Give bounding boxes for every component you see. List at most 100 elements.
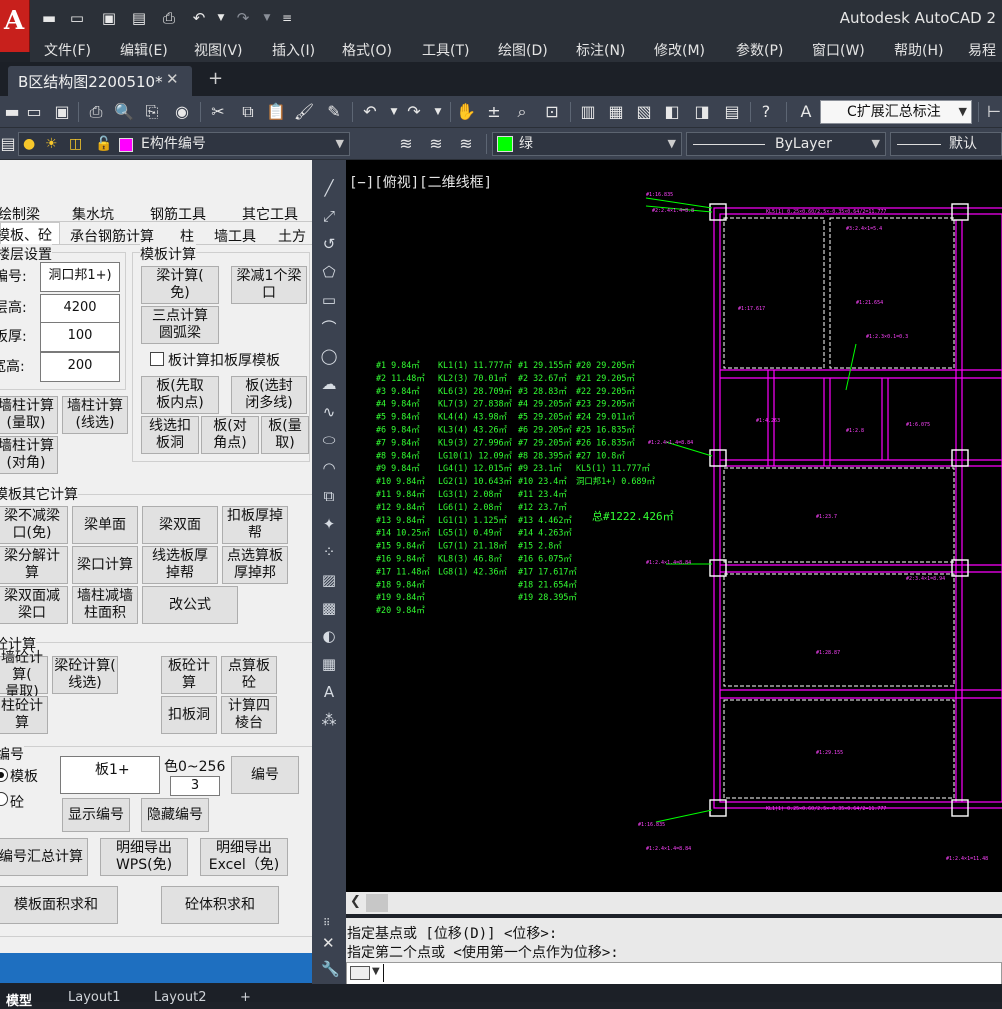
slab-closed-polyline-button[interactable]: 板(选封 闭多线) [231, 376, 307, 414]
tab-model[interactable]: 模型 [6, 990, 32, 1009]
menu-modify[interactable]: 修改(M) [654, 40, 705, 60]
customize-icon[interactable]: ≡ [278, 9, 296, 27]
beam-minus-opening-button[interactable]: 梁减1个梁 口 [231, 266, 307, 304]
undo-icon[interactable]: ↶ [358, 100, 382, 124]
chevron-down-icon[interactable]: ▼ [372, 966, 380, 977]
paste-icon[interactable]: 📋 [264, 100, 288, 124]
line-select-slab-hole-button[interactable]: 线选扣 板洞 [141, 416, 199, 454]
menu-dimension[interactable]: 标注(N) [576, 40, 625, 60]
scrollbar-thumb[interactable] [366, 894, 388, 912]
tab-draw-beam[interactable]: 绘制梁 [0, 204, 40, 224]
menu-view[interactable]: 视图(V) [194, 40, 243, 60]
close-tab-icon[interactable]: ✕ [166, 70, 179, 88]
new-icon[interactable]: ▬ [0, 100, 24, 124]
deduct-slab-thickness-checkbox[interactable] [150, 352, 164, 366]
wall-concrete-button[interactable]: 墙砼计算( 量取) [0, 650, 48, 700]
point-slab-concrete-button[interactable]: 点算板 砼 [221, 656, 277, 694]
tab-layout2[interactable]: Layout2 [154, 990, 206, 1005]
wall-column-measure-button[interactable]: 墙柱计算 (量取) [0, 396, 58, 434]
text-style-icon[interactable]: A [794, 100, 818, 124]
linear-dimension-icon[interactable]: ⊢ [982, 100, 1002, 124]
design-center-icon[interactable]: ▦ [604, 100, 628, 124]
insert-block-icon[interactable]: ⧉ [319, 486, 339, 506]
slab-measure-button[interactable]: 板(量 取) [261, 416, 309, 454]
tab-layout1[interactable]: Layout1 [68, 990, 120, 1005]
menu-insert[interactable]: 插入(I) [272, 40, 315, 60]
tab-column[interactable]: 柱 [180, 226, 194, 246]
number-input[interactable]: 洞口邦1+) [40, 262, 120, 292]
slab-concrete-button[interactable]: 板砼计 算 [161, 656, 217, 694]
beam-no-opening-button[interactable]: 梁不减梁 口(免) [0, 506, 68, 544]
line-select-slab-side-button[interactable]: 线选板厚 掉帮 [142, 546, 218, 584]
redo-icon[interactable]: ↷ [402, 100, 426, 124]
beam-double-side-button[interactable]: 梁双面 [142, 506, 218, 544]
sum-concrete-button[interactable]: 砼体积求和 [161, 886, 279, 924]
command-input[interactable] [346, 962, 1002, 986]
save-icon[interactable]: ▣ [100, 9, 118, 27]
menu-tools[interactable]: 工具(T) [422, 40, 469, 60]
revision-cloud-icon[interactable]: ☁ [319, 374, 339, 394]
tab-sump[interactable]: 集水坑 [72, 204, 114, 224]
polygon-icon[interactable]: ⬠ [319, 262, 339, 282]
horizontal-scrollbar[interactable] [346, 892, 1002, 914]
redo-dropdown-icon[interactable]: ▼ [258, 9, 276, 27]
sheet-set-icon[interactable]: ◧ [660, 100, 684, 124]
tab-pile-cap-rebar[interactable]: 承台钢筋计算 [70, 226, 154, 246]
tab-wall-tools[interactable]: 墙工具 [214, 226, 256, 246]
layer-state-icon[interactable]: ≋ [454, 132, 478, 156]
floor-height-input[interactable]: 4200 [40, 294, 120, 324]
tab-other-tools[interactable]: 其它工具 [242, 204, 298, 224]
redo-icon[interactable]: ↷ [234, 9, 252, 27]
open-icon[interactable]: ▭ [22, 100, 46, 124]
new-tab-button[interactable]: + [208, 68, 223, 89]
number-button[interactable]: 编号 [231, 756, 299, 794]
lineweight-select[interactable]: 默认 [890, 132, 1002, 156]
wall-column-diagonal-button[interactable]: 墙柱计算 (对角) [0, 436, 58, 474]
cut-icon[interactable]: ✂ [206, 100, 230, 124]
number-summary-button[interactable]: 编号汇总计算 [0, 838, 88, 876]
wall-column-minus-area-button[interactable]: 墙柱减墙 柱面积 [72, 586, 138, 624]
slab-inner-point-button[interactable]: 板(先取 板内点) [141, 376, 219, 414]
construction-line-icon[interactable]: ⤢ [319, 206, 339, 226]
circle-icon[interactable]: ◯ [319, 346, 339, 366]
command-prompt-icon[interactable] [350, 966, 370, 980]
beam-width-input[interactable]: 200 [40, 352, 120, 382]
spline-icon[interactable]: ∿ [319, 402, 339, 422]
undo-dropdown-icon[interactable]: ▼ [212, 9, 230, 27]
multiline-text-icon[interactable]: A [319, 682, 339, 702]
beam-opening-calc-button[interactable]: 梁口计算 [72, 546, 138, 584]
point-icon[interactable]: ⁘ [319, 542, 339, 562]
open-icon[interactable]: ▭ [68, 9, 86, 27]
menu-file[interactable]: 文件(F) [44, 40, 91, 60]
deduct-slab-hole-button[interactable]: 扣板洞 [161, 696, 217, 734]
frustum-calc-button[interactable]: 计算四 棱台 [221, 696, 277, 734]
make-block-icon[interactable]: ✦ [319, 514, 339, 534]
tool-palettes-icon[interactable]: ▧ [632, 100, 656, 124]
close-icon[interactable]: ✕ [322, 934, 335, 952]
zoom-realtime-icon[interactable]: ± [482, 100, 506, 124]
ellipse-arc-icon[interactable]: ◠ [319, 458, 339, 478]
rectangle-icon[interactable]: ▭ [319, 290, 339, 310]
markup-icon[interactable]: ◨ [690, 100, 714, 124]
linetype-select[interactable]: ByLayer ▼ [686, 132, 886, 156]
plot-icon[interactable]: ⎙ [160, 9, 178, 27]
column-concrete-button[interactable]: 柱砼计 算 [0, 696, 48, 734]
hide-number-button[interactable]: 隐藏编号 [141, 798, 209, 832]
wrench-icon[interactable]: 🔧 [321, 960, 340, 978]
plot-icon[interactable]: ⎙ [84, 100, 108, 124]
tab-formwork-concrete[interactable]: 模板、砼 [0, 225, 52, 245]
block-editor-icon[interactable]: ✎ [322, 100, 346, 124]
color-index-input[interactable]: 3 [170, 776, 220, 796]
new-icon[interactable]: ▬ [40, 9, 58, 27]
menu-format[interactable]: 格式(O) [342, 40, 392, 60]
beam-calc-button[interactable]: 梁计算( 免) [141, 266, 219, 304]
slab-thickness-input[interactable]: 100 [40, 322, 120, 352]
make-current-layer-icon[interactable]: ≋ [394, 132, 418, 156]
dimension-style-select[interactable]: C扩展汇总标注 ▼ [820, 100, 972, 124]
menu-draw[interactable]: 绘图(D) [498, 40, 548, 60]
gradient-icon[interactable]: ▩ [319, 598, 339, 618]
color-select[interactable]: 绿 ▼ [492, 132, 682, 156]
radio-formwork[interactable] [0, 768, 8, 782]
export-excel-button[interactable]: 明细导出 Excel（免) [200, 838, 288, 876]
edit-formula-button[interactable]: 改公式 [142, 586, 238, 624]
